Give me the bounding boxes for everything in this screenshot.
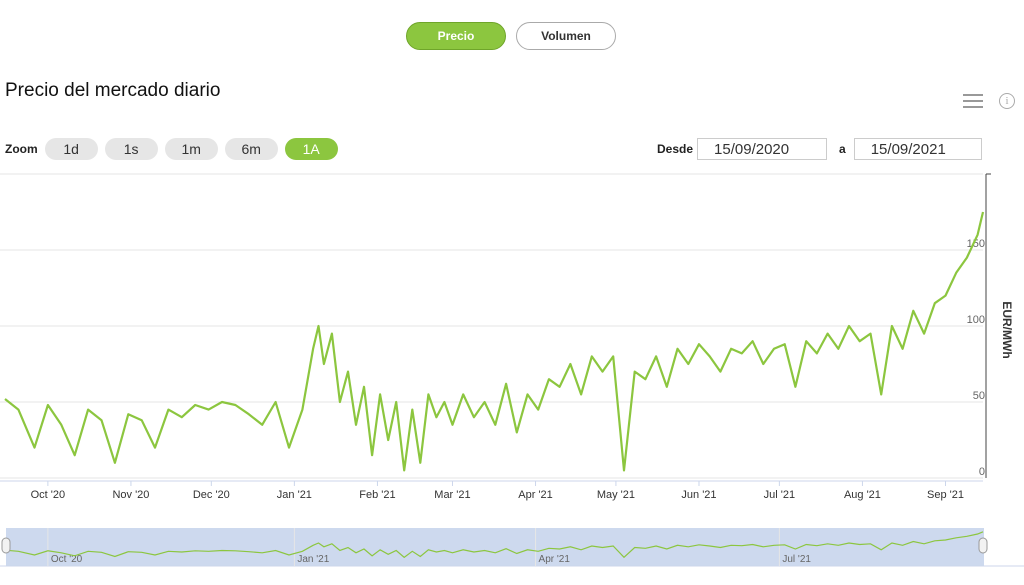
navigator-selection (6, 528, 984, 566)
navigator-tick-label: Oct '20 (51, 554, 83, 565)
x-tick-label: Jul '21 (764, 489, 795, 501)
y-axis-title: EUR/MWh (1000, 301, 1014, 358)
x-tick-label: Sep '21 (927, 489, 964, 501)
x-tick-label: Dec '20 (193, 489, 230, 501)
navigator-tick-label: Jul '21 (782, 554, 811, 565)
x-tick-label: Nov '20 (112, 489, 149, 501)
x-tick-label: Aug '21 (844, 489, 881, 501)
navigator-tick-label: Jan '21 (297, 554, 329, 565)
navigator-right-handle[interactable] (978, 537, 988, 554)
y-tick-label: 50 (973, 390, 985, 402)
x-tick-label: Jan '21 (277, 489, 312, 501)
navigator-left-handle[interactable] (1, 537, 11, 554)
x-tick-label: Feb '21 (359, 489, 395, 501)
navigator-tick-label: Apr '21 (539, 554, 571, 565)
y-tick-label: 100 (967, 314, 985, 326)
x-tick-label: Oct '20 (31, 489, 66, 501)
x-tick-label: Jun '21 (681, 489, 716, 501)
y-tick-label: 0 (979, 466, 985, 478)
x-tick-label: Mar '21 (434, 489, 470, 501)
price-chart: 050100150EUR/MWhOct '20 Nov '20 Dec '20 Jan… (0, 173, 1024, 567)
x-tick-label: Apr '21 (518, 489, 553, 501)
price-series-line (4, 211, 985, 472)
x-tick-label: May '21 (597, 489, 635, 501)
